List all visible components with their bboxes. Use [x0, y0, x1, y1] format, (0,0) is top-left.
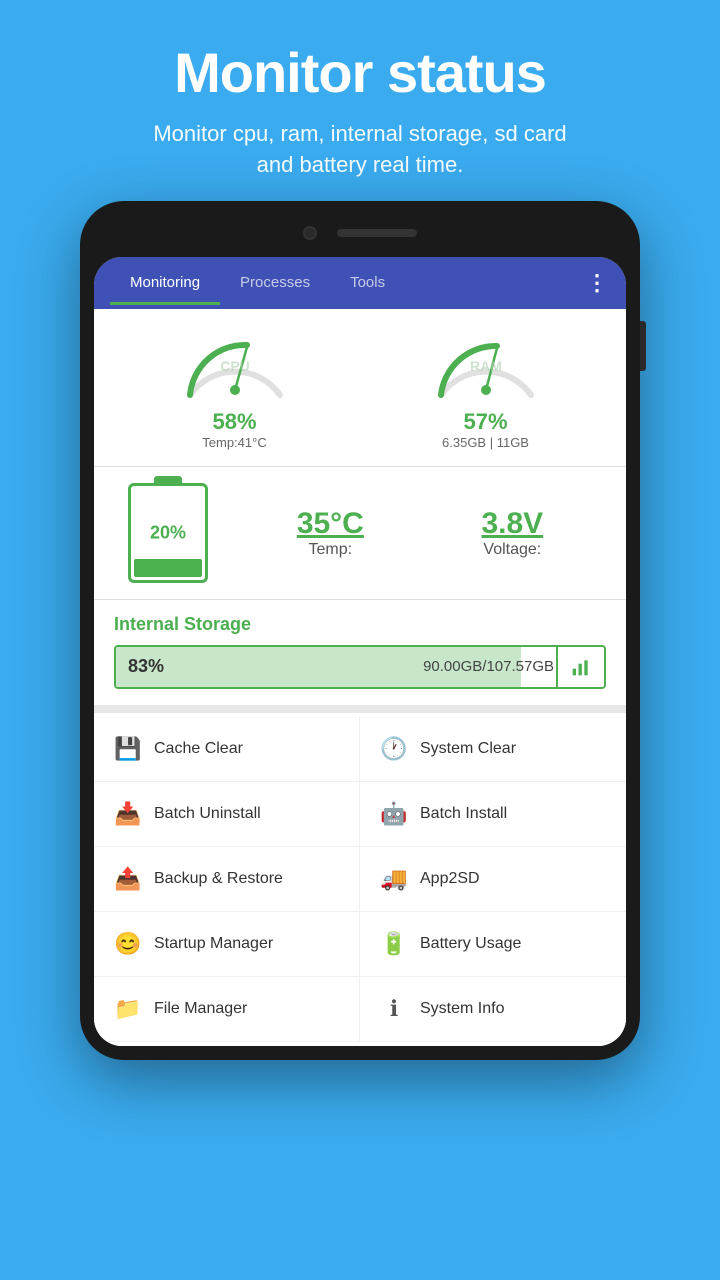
battery-temp-value: 35°C [297, 507, 364, 541]
battery-percent: 20% [150, 522, 186, 543]
system-info-icon: ℹ [380, 995, 408, 1023]
ram-percent: 57% [463, 409, 507, 435]
phone-screen: Monitoring Processes Tools ⋮ [94, 257, 626, 1046]
side-button [640, 321, 646, 371]
battery-voltage-label: Voltage: [481, 541, 543, 559]
app2sd-icon: 🚚 [380, 865, 408, 893]
file-manager-label: File Manager [154, 1000, 247, 1018]
battery-temp-label: Temp: [297, 541, 364, 559]
ram-gauge-svg: RAM [426, 325, 546, 405]
tool-item-file-manager[interactable]: 📁 File Manager [94, 977, 360, 1042]
battery-usage-label: Battery Usage [420, 935, 521, 953]
batch-install-icon: 🤖 [380, 800, 408, 828]
svg-text:RAM: RAM [470, 358, 502, 374]
tool-item-batch-install[interactable]: 🤖 Batch Install [360, 782, 626, 847]
system-info-label: System Info [420, 1000, 504, 1018]
system-clear-label: System Clear [420, 740, 516, 758]
front-camera [303, 226, 317, 240]
file-manager-icon: 📁 [114, 995, 142, 1023]
storage-bar: 83% 90.00GB/107.57GB [114, 645, 606, 689]
tool-item-system-clear[interactable]: 🕐 System Clear [360, 717, 626, 782]
tab-monitoring[interactable]: Monitoring [110, 260, 220, 305]
batch-uninstall-icon: 📥 [114, 800, 142, 828]
tool-item-battery-usage[interactable]: 🔋 Battery Usage [360, 912, 626, 977]
batch-uninstall-label: Batch Uninstall [154, 805, 261, 823]
battery-stats: 35°C Temp: 3.8V Voltage: [238, 507, 602, 559]
tool-item-app2sd[interactable]: 🚚 App2SD [360, 847, 626, 912]
startup-manager-icon: 😊 [114, 930, 142, 958]
svg-text:CPU: CPU [220, 358, 250, 374]
backup-restore-icon: 📤 [114, 865, 142, 893]
tool-item-backup-restore[interactable]: 📤 Backup & Restore [94, 847, 360, 912]
tool-item-cache-clear[interactable]: 💾 Cache Clear [94, 717, 360, 782]
screen-content: CPU 58% Temp:41°C RAM [94, 309, 626, 1046]
gauges-row: CPU 58% Temp:41°C RAM [94, 309, 626, 467]
header-title: Monitor status [40, 40, 680, 105]
cpu-percent: 58% [212, 409, 256, 435]
storage-percent: 83% [116, 656, 164, 677]
tool-item-batch-uninstall[interactable]: 📥 Batch Uninstall [94, 782, 360, 847]
ram-gauge: RAM 57% 6.35GB | 11GB [365, 325, 606, 450]
battery-temp-stat: 35°C Temp: [297, 507, 364, 559]
app-bar: Monitoring Processes Tools ⋮ [94, 257, 626, 309]
tool-item-startup-manager[interactable]: 😊 Startup Manager [94, 912, 360, 977]
tab-bar: Monitoring Processes Tools [110, 260, 586, 305]
overflow-menu-button[interactable]: ⋮ [586, 270, 610, 296]
battery-usage-icon: 🔋 [380, 930, 408, 958]
batch-install-label: Batch Install [420, 805, 507, 823]
header-subtitle: Monitor cpu, ram, internal storage, sd c… [40, 119, 680, 181]
tab-tools[interactable]: Tools [330, 260, 405, 305]
cpu-temp: Temp:41°C [202, 435, 266, 450]
cpu-gauge-svg: CPU [175, 325, 295, 405]
backup-restore-label: Backup & Restore [154, 870, 283, 888]
phone-top-bar [94, 215, 626, 251]
tool-item-system-info[interactable]: ℹ System Info [360, 977, 626, 1042]
storage-title: Internal Storage [114, 614, 606, 635]
ram-detail: 6.35GB | 11GB [442, 435, 529, 450]
speaker [337, 229, 417, 237]
battery-voltage-stat: 3.8V Voltage: [481, 507, 543, 559]
phone-shell: Monitoring Processes Tools ⋮ [80, 201, 640, 1060]
storage-detail: 90.00GB/107.57GB [423, 658, 604, 675]
cpu-gauge: CPU 58% Temp:41°C [114, 325, 355, 450]
cache-clear-icon: 💾 [114, 735, 142, 763]
tools-grid: 💾 Cache Clear 🕐 System Clear 📥 Batch Uni… [94, 713, 626, 1046]
battery-icon-container: 20% [118, 483, 218, 583]
startup-manager-label: Startup Manager [154, 935, 273, 953]
storage-row: Internal Storage 83% 90.00GB/107.57GB [94, 600, 626, 713]
system-clear-icon: 🕐 [380, 735, 408, 763]
battery-row: 20% 35°C Temp: 3.8V Voltage: [94, 467, 626, 600]
battery-voltage-value: 3.8V [481, 507, 543, 541]
battery-fill [134, 559, 202, 577]
battery-icon: 20% [128, 483, 208, 583]
tab-processes[interactable]: Processes [220, 260, 330, 305]
cache-clear-label: Cache Clear [154, 740, 243, 758]
app2sd-label: App2SD [420, 870, 480, 888]
header-section: Monitor status Monitor cpu, ram, interna… [0, 0, 720, 201]
